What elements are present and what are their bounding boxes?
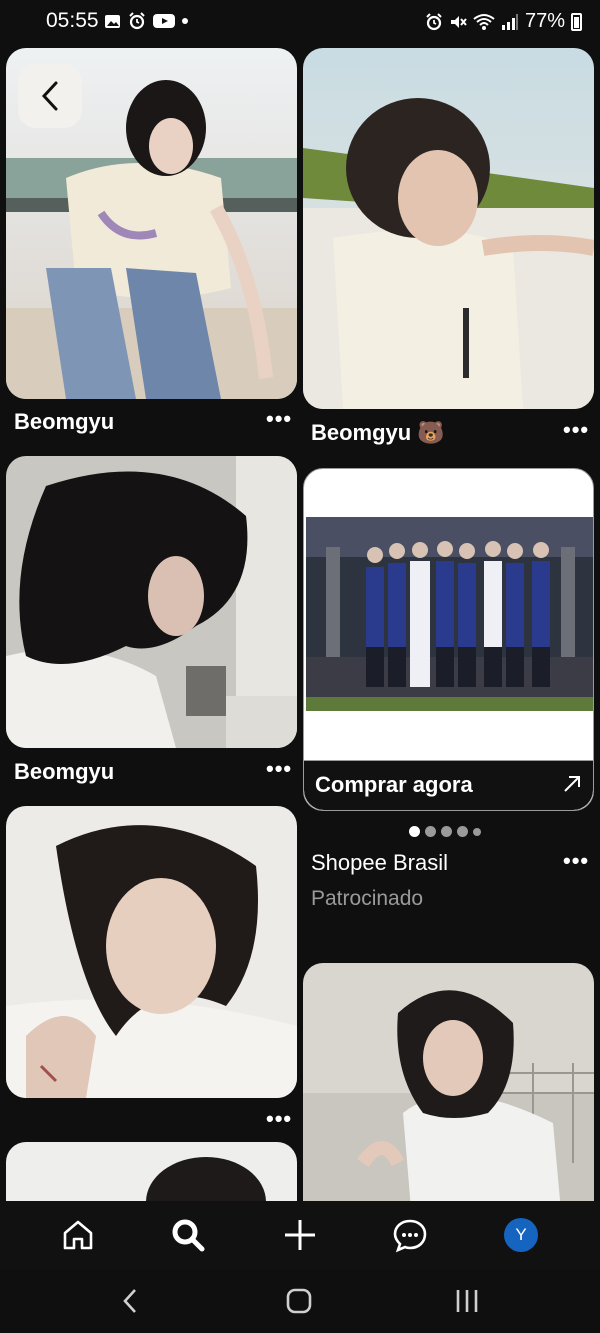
pin-image [6,1142,297,1201]
dot-icon [182,18,188,24]
image-icon [105,14,120,28]
alarm-icon [426,12,442,30]
status-notification-icons [104,12,188,30]
carousel-dot [457,826,468,837]
sponsored-label: Patrocinado [311,887,424,910]
carousel-dot [425,826,436,837]
pin-card[interactable] [303,48,594,409]
wifi-icon [473,13,495,30]
battery-icon [571,12,582,31]
more-options-icon[interactable]: ••• [266,408,292,430]
home-square-icon [286,1288,312,1314]
signal-icon [501,13,518,30]
nav-messages[interactable] [390,1215,430,1255]
ad-image [306,517,593,711]
nav-profile[interactable]: Y [501,1215,541,1255]
carousel-dot [409,826,420,837]
alarm-icon [129,12,145,30]
more-options-icon[interactable]: ••• [563,850,589,872]
pin-title: Beomgyu [14,409,115,434]
pin-image [6,806,297,1098]
carousel-dot [441,826,452,837]
system-navigation-bar [0,1269,600,1333]
pin-title: Beomgyu [14,759,115,784]
pin-title: Beomgyu 🐻 [311,420,445,445]
system-back-button[interactable] [110,1285,150,1317]
battery-percent: 77% [524,10,565,32]
status-bar: 05:55 77% [0,0,600,44]
nav-create[interactable] [280,1215,320,1255]
pin-feed[interactable]: Beomgyu ••• Beomgyu 🐻 ••• Beomgyu ••• Co… [0,44,600,1201]
status-system-icons: 77% [425,10,582,33]
pin-image [303,963,594,1201]
more-options-icon[interactable]: ••• [266,1108,292,1130]
pin-card[interactable] [303,963,594,1201]
chat-bubble-icon [393,1219,427,1253]
avatar: Y [504,1218,538,1252]
back-icon [123,1289,136,1313]
status-time: 05:55 [46,9,99,32]
chevron-left-icon [41,81,58,111]
external-link-arrow-icon [564,776,580,792]
pin-image [303,48,594,409]
back-button[interactable] [18,64,82,128]
nav-search[interactable] [168,1215,208,1255]
sponsored-pin-card[interactable]: Comprar agora [303,468,594,811]
more-options-icon[interactable]: ••• [266,758,292,780]
system-recents-button[interactable] [447,1285,487,1317]
advertiser-name[interactable]: Shopee Brasil [311,850,448,876]
carousel-dot [473,827,481,836]
pin-card[interactable] [6,1142,297,1201]
pin-card[interactable] [6,48,297,399]
bottom-navigation: Y [0,1201,600,1269]
youtube-icon [153,14,175,28]
pin-image [6,456,297,748]
carousel-indicator [409,826,481,837]
mute-icon [450,15,467,28]
pin-card[interactable] [6,806,297,1098]
more-options-icon[interactable]: ••• [563,419,589,441]
shop-now-button[interactable]: Comprar agora [304,760,593,810]
shop-now-label: Comprar agora [315,772,473,797]
recents-icon [456,1290,478,1312]
system-home-button[interactable] [279,1285,319,1317]
search-icon [172,1219,205,1252]
nav-home[interactable] [58,1215,98,1255]
home-icon [63,1220,93,1250]
pin-card[interactable] [6,456,297,748]
plus-icon [285,1220,315,1250]
